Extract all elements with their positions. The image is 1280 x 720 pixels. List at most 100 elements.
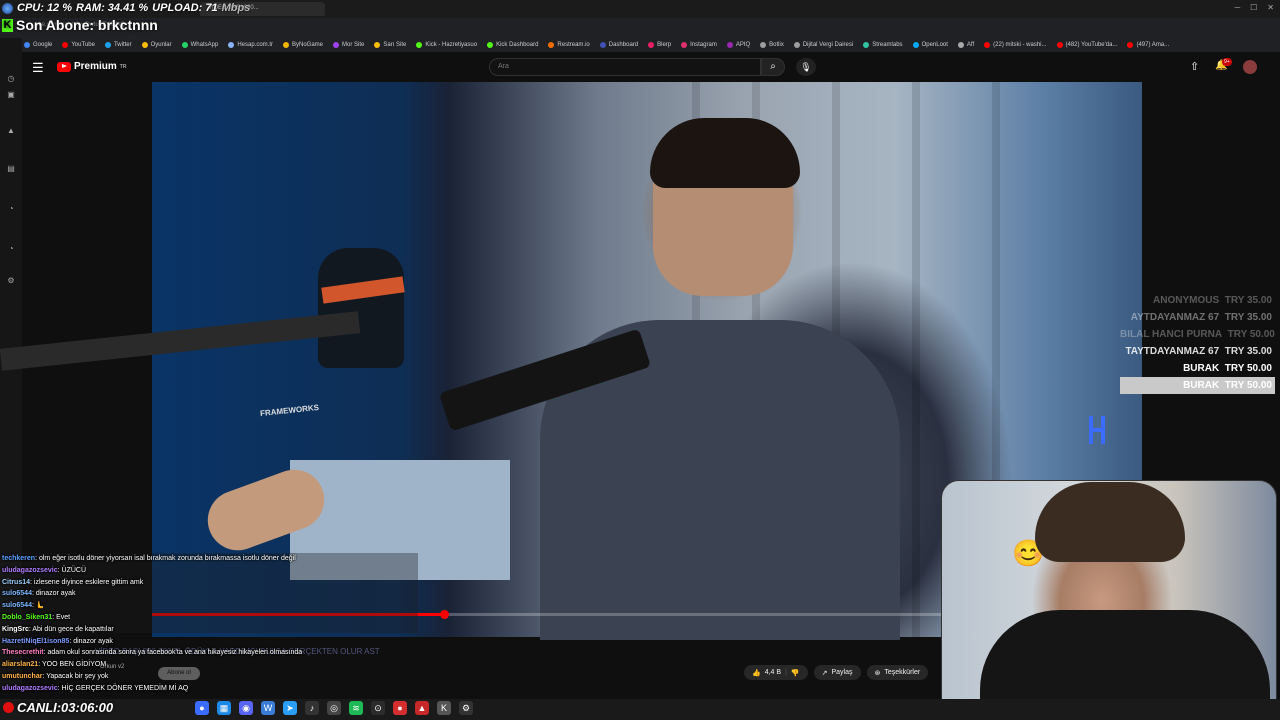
file-explorer-icon[interactable]: ▦ [217,701,231,715]
bookmark-item[interactable]: Aff [957,42,974,48]
obs-icon[interactable]: ◎ [327,701,341,715]
close-icon[interactable]: ✕ [1267,3,1274,12]
bookmark-favicon-icon [333,42,340,48]
bookmark-item[interactable]: Oyunlar [141,42,172,48]
youtube-logo[interactable]: Premium TR [57,61,126,72]
search-input[interactable]: Ara [489,58,761,76]
bookmark-label: (497) Ama... [1136,42,1170,48]
steam-icon[interactable]: ⊙ [371,701,385,715]
avatar[interactable] [1243,60,1257,74]
chat-username[interactable]: techkeren [2,555,35,562]
donation-item-latest: BURAK TRY 50.00 [1120,377,1275,394]
chat-text: HİÇ GERÇEK DÖNER YEMEDİM Mİ AQ [61,684,189,692]
bookmark-item[interactable]: Twitter [104,42,132,48]
chat-username[interactable]: Thesecrethit [2,649,44,656]
share-button[interactable]: ↗ Paylaş [813,665,861,680]
bookmark-item[interactable]: Kick Dashboard [487,42,538,48]
clock-icon[interactable]: ◔ [6,244,16,254]
chat-username[interactable]: KingSrc [2,626,29,633]
bookmark-item[interactable]: ByNoGame [283,42,323,48]
youtube-play-icon [57,61,71,72]
bookmark-item[interactable]: WhatsApp [181,42,218,48]
maximize-icon[interactable]: ☐ [1250,3,1257,12]
bookmark-label: Mor Site [342,42,365,48]
app-icon[interactable]: ▲ [415,701,429,715]
microphone-icon[interactable]: 🎙 [796,58,816,76]
chat-username[interactable]: uludagazozsevic [2,685,58,692]
chat-username[interactable]: uludagazozsevic [2,567,58,574]
window-controls: ─ ☐ ✕ [1234,3,1274,12]
bookmark-item[interactable]: Dijital Vergi Dairesi [793,42,854,48]
bookmark-favicon-icon [648,42,655,48]
bookmark-favicon-icon [681,42,688,48]
chat-username[interactable]: sulo6544 [2,590,32,597]
bookmark-favicon-icon [793,42,800,48]
chat-text: adam okul sonrasında sonra ya facebook't… [47,649,303,657]
chat-message: aliarslan21: YOO BEN GİDİYOM [2,661,107,669]
bookmark-favicon-icon [760,42,767,48]
kick-app-icon[interactable]: K [437,701,451,715]
chat-username[interactable]: Doblo_Siken31 [2,614,52,621]
settings-icon[interactable]: ⚙ [459,701,473,715]
bookmark-item[interactable]: Google [24,42,52,48]
bookmark-item[interactable]: Instagram [681,42,717,48]
bookmark-label: ByNoGame [292,42,324,48]
search-icon[interactable]: ⌕ [761,58,785,76]
twitch-icon[interactable]: ▤ [6,164,16,174]
clock-icon[interactable]: ◔ [6,204,16,214]
bookmark-item[interactable]: Mor Site [333,42,364,48]
donation-item: BURAK TRY 50.00 [1183,363,1272,374]
chat-username[interactable]: HazretiNiqEl1ison85 [2,638,69,645]
chat-message: Doblo_Siken31: Evet [2,613,71,621]
cpu-icon [2,2,13,14]
bookmark-icon[interactable]: ▣ [6,90,16,100]
history-icon[interactable]: ◷ [6,74,16,84]
bookmark-item[interactable]: Kick - Hazretiyasuo [416,42,477,48]
taskbar [0,699,1280,720]
bookmark-item[interactable]: Streamlabs [863,42,903,48]
bookmark-label: Dashboard [608,42,639,48]
bookmark-item[interactable]: Blerp [648,42,671,48]
bookmark-label: Dijital Vergi Dairesi [802,42,854,48]
host-hair [650,118,800,188]
video-progress-scrubber[interactable] [440,610,449,619]
bookmark-item[interactable]: Sarı Site [374,42,406,48]
bookmark-item[interactable]: Dashboard [599,42,639,48]
bookmark-label: Kick - Hazretiyasuo [425,42,478,48]
bookmark-favicon-icon [863,42,870,48]
settings-icon[interactable]: ⚙ [6,276,16,286]
donation-item: BILAL HANCI PURNA TRY 50.00 [1120,329,1275,340]
chat-username[interactable]: umutunchar [2,673,42,680]
upload-icon[interactable]: ⇧ [1190,60,1199,73]
record-icon[interactable]: ● [393,701,407,715]
chat-username[interactable]: Citrus14 [2,579,30,586]
word-icon[interactable]: W [261,701,275,715]
bookmark-favicon-icon [957,42,964,48]
discord-icon[interactable]: ◉ [239,701,253,715]
bookmark-item[interactable]: (497) Ama... [1127,42,1169,48]
bookmark-item[interactable]: (482) YouTube'da... [1056,42,1117,48]
bookmark-item[interactable]: Restream.io [548,42,590,48]
bookmark-label: Twitter [113,42,132,48]
spotify-icon[interactable]: ≋ [349,701,363,715]
chat-username[interactable]: sulo6544 [2,602,32,609]
address-bar[interactable] [0,18,1280,38]
chrome-icon[interactable]: ● [195,701,209,715]
minimize-icon[interactable]: ─ [1234,3,1240,12]
kick-sidebar-icon[interactable]: ▲ [6,126,16,136]
thanks-button[interactable]: ⊛ Teşekkürler [866,665,929,680]
like-button[interactable]: 👍 4,4 B | 👎 [744,665,808,680]
hamburger-menu-icon[interactable]: ☰ [32,60,44,76]
bookmark-item[interactable]: YouTube [62,42,95,48]
bookmark-item[interactable]: (22) mitski - washi... [984,42,1047,48]
bookmark-item[interactable]: OpenLoot [912,42,948,48]
thumbs-down-icon[interactable]: 👎 [791,669,800,677]
bookmark-item[interactable]: Botlix [760,42,784,48]
donation-item: TAYTDAYANMAZ 67 TRY 35.00 [1125,346,1272,357]
bookmark-item[interactable]: APIQ [726,42,750,48]
telegram-icon[interactable]: ➤ [283,701,297,715]
music-icon[interactable]: ♪ [305,701,319,715]
chat-message: sulo6544: 🫷 [2,602,45,610]
chat-username[interactable]: aliarslan21 [2,661,38,668]
bookmark-item[interactable]: Hesap.com.tr [228,42,273,48]
